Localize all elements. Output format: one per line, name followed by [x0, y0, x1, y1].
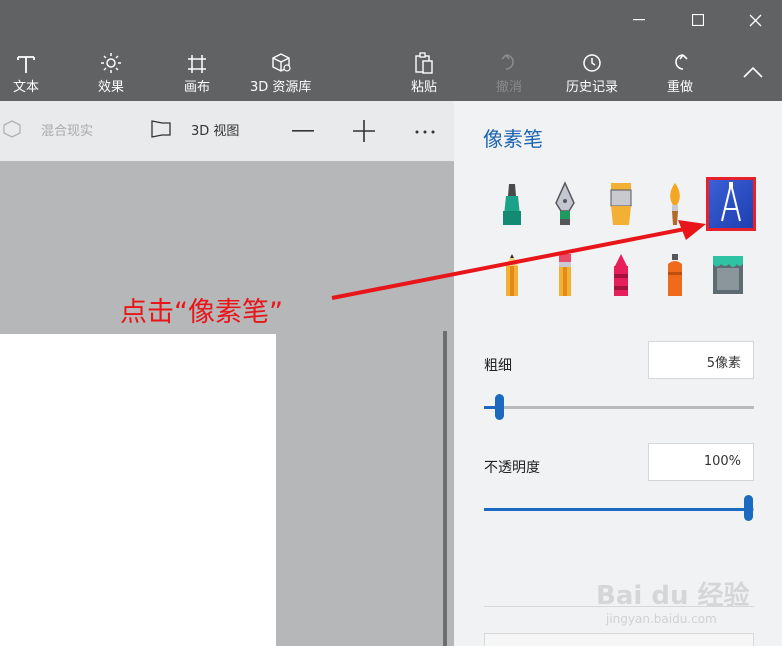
watermark-url: jingyan.baidu.com	[606, 612, 717, 626]
annotation-arrow	[331, 220, 706, 300]
watermark-logo: Bai du 经验	[596, 581, 750, 611]
annotation-text: 点击“像素笔”	[120, 297, 283, 328]
